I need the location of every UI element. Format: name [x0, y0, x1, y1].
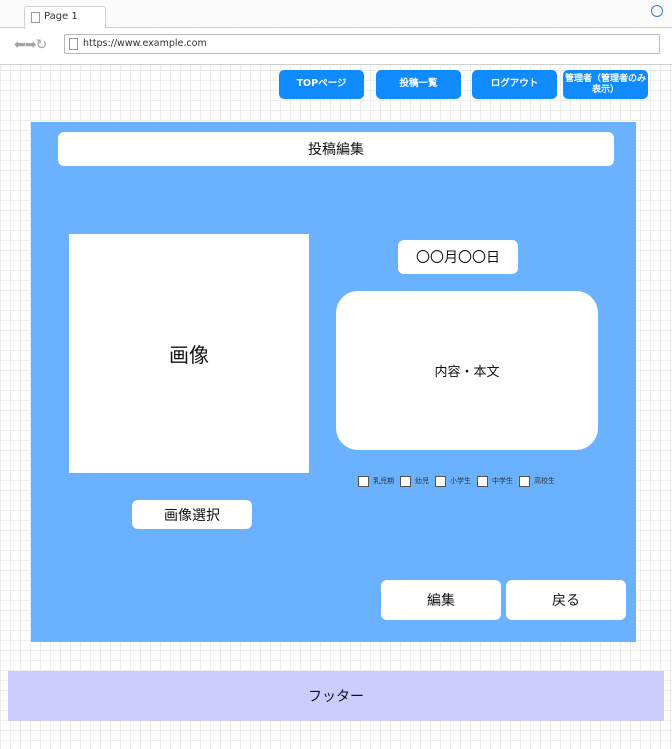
url-text: https://www.example.com	[83, 38, 207, 49]
checkbox[interactable]	[400, 475, 411, 487]
checkbox-item[interactable]: 幼児	[400, 475, 431, 487]
page-title: 投稿編集	[58, 132, 614, 166]
checkbox[interactable]	[477, 475, 488, 487]
page-icon	[31, 12, 40, 23]
address-bar[interactable]: https://www.example.com	[64, 34, 660, 54]
checkbox-item[interactable]: 中学生	[477, 475, 515, 487]
checkbox-label: 高校生	[534, 477, 555, 485]
image-select-button[interactable]: 画像選択	[132, 500, 252, 529]
top-page-button[interactable]: TOPページ	[279, 70, 364, 99]
image-preview: 画像	[69, 234, 309, 473]
checkbox-item[interactable]: 高校生	[519, 475, 557, 487]
checkbox-item[interactable]: 乳児期	[358, 475, 396, 487]
checkbox-label: 中学生	[492, 477, 513, 485]
checkbox[interactable]	[358, 475, 369, 487]
date-field[interactable]: 〇〇月〇〇日	[398, 240, 518, 274]
checkbox[interactable]	[435, 475, 446, 487]
edit-panel: 投稿編集 画像 画像選択 〇〇月〇〇日 内容・本文 乳児期 幼児 小学生 中学生…	[31, 122, 636, 642]
checkbox[interactable]	[519, 475, 530, 487]
tab-title: Page 1	[44, 11, 78, 22]
logout-button[interactable]: ログアウト	[472, 70, 557, 99]
post-list-button[interactable]: 投稿一覧	[376, 70, 461, 99]
back-button[interactable]: 戻る	[506, 580, 626, 620]
admin-button[interactable]: 管理者（管理者のみ表示）	[563, 70, 648, 99]
checkbox-label: 幼児	[415, 477, 429, 485]
browser-tab-bar: Page 1	[0, 0, 672, 29]
checkbox-item[interactable]: 小学生	[435, 475, 473, 487]
edit-button[interactable]: 編集	[381, 580, 501, 620]
browser-toolbar: ⬅➡↻ https://www.example.com	[0, 29, 672, 65]
category-checkboxes: 乳児期 幼児 小学生 中学生 高校生	[358, 474, 561, 488]
page-icon	[69, 38, 78, 50]
checkbox-label: 小学生	[450, 477, 471, 485]
checkbox-label: 乳児期	[373, 477, 394, 485]
back-forward-reload-icons[interactable]: ⬅➡↻	[14, 37, 47, 53]
window-circle-icon[interactable]	[651, 5, 663, 17]
browser-tab[interactable]: Page 1	[24, 6, 106, 29]
content-textarea[interactable]: 内容・本文	[336, 291, 598, 450]
footer: フッター	[8, 671, 664, 721]
